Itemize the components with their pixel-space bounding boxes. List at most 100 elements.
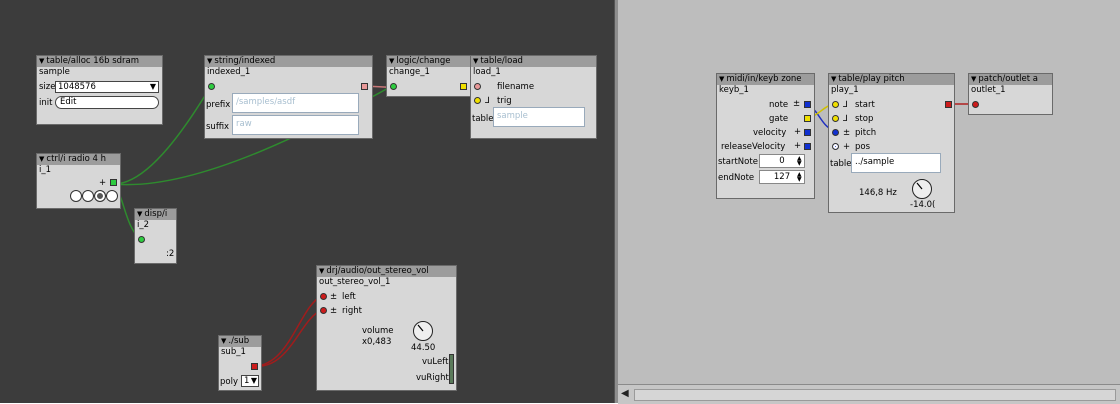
instance-name: out_stereo_vol_1	[319, 277, 391, 287]
out-stereo-vol-object[interactable]: ▼ drj/audio/out_stereo_vol out_stereo_vol…	[316, 265, 457, 391]
inlet-index[interactable]	[208, 83, 215, 90]
volume-knob[interactable]	[413, 321, 433, 341]
string-indexed-object[interactable]: ▼ string/indexed indexed_1 prefix /sample…	[204, 55, 373, 139]
logic-change-object[interactable]: ▼ logic/change change_1	[386, 55, 471, 97]
collapse-triangle-icon[interactable]: ▼	[719, 75, 724, 83]
dropdown-arrow-icon: ▼	[149, 82, 156, 91]
radio-option-1[interactable]	[82, 190, 94, 202]
inlet-in[interactable]	[138, 236, 145, 243]
inlet-outlet[interactable]	[972, 101, 979, 108]
outlet-note[interactable]	[804, 101, 811, 108]
radio-option-2[interactable]	[94, 190, 106, 202]
object-header[interactable]: ▼ string/indexed	[205, 56, 372, 67]
collapse-triangle-icon[interactable]: ▼	[39, 57, 44, 65]
pitch-knob[interactable]	[912, 179, 932, 199]
object-header[interactable]: ▼ ./sub	[219, 336, 261, 347]
collapse-triangle-icon[interactable]: ▼	[831, 75, 836, 83]
patch-outlet-object[interactable]: ▼ patch/outlet a outlet_1	[968, 73, 1053, 115]
collapse-triangle-icon[interactable]: ▼	[207, 57, 212, 65]
radio-object[interactable]: ▼ ctrl/i radio 4 h i_1 +	[36, 153, 121, 209]
right-label: right	[342, 306, 362, 316]
display-value: :2	[166, 249, 175, 259]
vuright-label: vuRight	[416, 373, 449, 383]
gate-icon: ⅃	[843, 114, 848, 124]
instance-name: sub_1	[221, 347, 246, 357]
collapse-triangle-icon[interactable]: ▼	[319, 267, 324, 275]
pitch-label: pitch	[855, 128, 877, 138]
inlet-trig[interactable]	[474, 97, 481, 104]
gate-label: gate	[769, 114, 789, 124]
frequency-readout: 146,8 Hz	[859, 188, 897, 198]
prefix-field[interactable]: /samples/asdf	[232, 93, 359, 113]
table-field[interactable]: sample	[493, 107, 585, 127]
radio-option-0[interactable]	[70, 190, 82, 202]
velocity-label: velocity	[753, 128, 787, 138]
inlet-stop[interactable]	[832, 115, 839, 122]
knob-indicator-icon	[916, 182, 923, 190]
outlet-trig[interactable]	[460, 83, 467, 90]
spinner-arrows-icon[interactable]: ▲ ▼	[797, 156, 802, 167]
object-header[interactable]: ▼ table/alloc 16b sdram	[37, 56, 162, 67]
inlet-start[interactable]	[832, 101, 839, 108]
table-label: table	[472, 114, 494, 124]
outlet-out[interactable]	[110, 179, 117, 186]
disp-object[interactable]: ▼ disp/i i_2 :2	[134, 208, 177, 264]
object-header[interactable]: ▼ logic/change	[387, 56, 470, 67]
spinner-arrows-icon[interactable]: ▲ ▼	[797, 172, 802, 183]
object-type: midi/in/keyb zone	[726, 74, 802, 84]
radio-option-3[interactable]	[106, 190, 118, 202]
inlet-in[interactable]	[390, 83, 397, 90]
inlet-left[interactable]	[320, 293, 327, 300]
table-label: table	[830, 159, 852, 169]
collapse-triangle-icon[interactable]: ▼	[473, 57, 478, 65]
table-field[interactable]: ../sample	[851, 153, 941, 173]
outlet-string[interactable]	[361, 83, 368, 90]
suffix-label: suffix	[206, 122, 230, 132]
size-label: size	[39, 82, 56, 92]
scroll-left-icon[interactable]: ◀	[621, 388, 629, 399]
collapse-triangle-icon[interactable]: ▼	[39, 155, 44, 163]
plus-icon: +	[794, 141, 802, 151]
collapse-triangle-icon[interactable]: ▼	[221, 337, 226, 345]
instance-name: load_1	[473, 67, 501, 77]
gate-icon: ⅃	[843, 100, 848, 110]
object-header[interactable]: ▼ ctrl/i radio 4 h	[37, 154, 120, 165]
suffix-field[interactable]: raw	[232, 115, 359, 135]
object-header[interactable]: ▼ table/load	[471, 56, 596, 67]
object-header[interactable]: ▼ midi/in/keyb zone	[717, 74, 814, 85]
outlet-audio[interactable]	[251, 363, 258, 370]
volume-multiplier: x0,483	[362, 337, 392, 347]
edit-button[interactable]: Edit	[55, 96, 159, 109]
inlet-pos[interactable]	[832, 143, 839, 150]
table-play-pitch-object[interactable]: ▼ table/play pitch play_1 ⅃ start ⅃ stop …	[828, 73, 955, 213]
subpatch-object[interactable]: ▼ ./sub sub_1 poly 1 ▼	[218, 335, 262, 391]
inlet-filename[interactable]	[474, 83, 481, 90]
plus-icon: +	[843, 142, 851, 152]
inlet-right[interactable]	[320, 307, 327, 314]
outlet-audio[interactable]	[945, 101, 952, 108]
object-header[interactable]: ▼ drj/audio/out_stereo_vol	[317, 266, 456, 277]
outlet-release-velocity[interactable]	[804, 143, 811, 150]
outlet-gate[interactable]	[804, 115, 811, 122]
inlet-pitch[interactable]	[832, 129, 839, 136]
outlet-velocity[interactable]	[804, 129, 811, 136]
instance-name: i_1	[39, 165, 52, 175]
collapse-triangle-icon[interactable]: ▼	[971, 75, 976, 83]
table-load-object[interactable]: ▼ table/load load_1 filename ⅃ trig table…	[470, 55, 597, 139]
collapse-triangle-icon[interactable]: ▼	[137, 210, 142, 218]
collapse-triangle-icon[interactable]: ▼	[389, 57, 394, 65]
size-select[interactable]: 1048576 ▼	[55, 81, 159, 93]
note-label: note	[769, 100, 789, 110]
left-label: left	[342, 292, 356, 302]
object-type: ctrl/i radio 4 h	[46, 154, 107, 164]
scroll-track[interactable]	[634, 389, 1116, 401]
trig-gate-icon: ⅃	[485, 96, 490, 106]
object-header[interactable]: ▼ patch/outlet a	[969, 74, 1052, 85]
table-alloc-object[interactable]: ▼ table/alloc 16b sdram sample size 10485…	[36, 55, 163, 125]
midi-keyb-zone-object[interactable]: ▼ midi/in/keyb zone keyb_1 note ± gate ve…	[716, 73, 815, 199]
pm-icon: ±	[843, 128, 851, 138]
object-header[interactable]: ▼ table/play pitch	[829, 74, 954, 85]
object-header[interactable]: ▼ disp/i	[135, 209, 176, 220]
poly-select[interactable]: 1 ▼	[241, 375, 259, 387]
horizontal-scrollbar[interactable]: ◀	[618, 384, 1120, 404]
